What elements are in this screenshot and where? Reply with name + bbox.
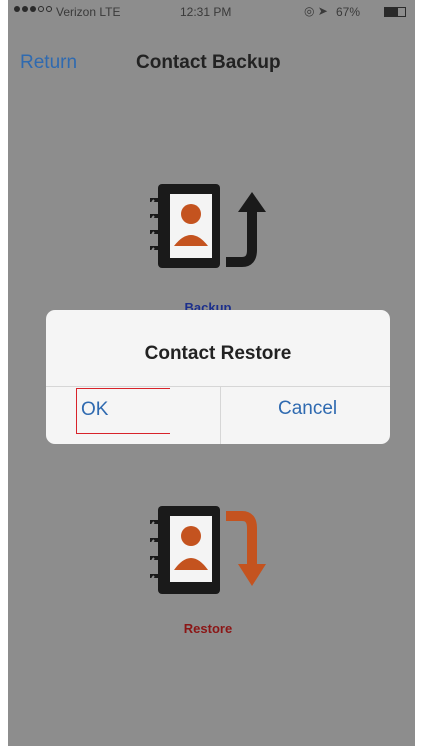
contact-book-arrow-down-icon[interactable] <box>148 500 268 602</box>
carrier-name: Verizon LTE <box>56 5 121 19</box>
location-icon: ◎ ➤ <box>304 4 328 18</box>
battery-icon <box>384 7 406 17</box>
restore-label[interactable]: Restore <box>158 621 258 636</box>
ok-button-label: OK <box>81 399 109 420</box>
contact-book-arrow-up-icon[interactable] <box>148 180 268 272</box>
return-button[interactable]: Return <box>20 52 77 74</box>
screenshot-border-right <box>415 0 421 746</box>
dialog-divider <box>46 386 390 387</box>
app-screen: Verizon LTE 12:31 PM ◎ ➤ 67% Return Cont… <box>8 0 415 746</box>
screenshot-border-left <box>0 0 8 746</box>
cancel-button[interactable]: Cancel <box>278 398 337 420</box>
dialog-title: Contact Restore <box>144 343 292 364</box>
status-bar: Verizon LTE 12:31 PM ◎ ➤ 67% <box>8 0 415 24</box>
battery-percentage: 67% <box>336 5 361 19</box>
status-time: 12:31 PM <box>180 5 232 19</box>
signal-strength-icon <box>14 6 52 12</box>
dialog-button-divider <box>220 387 221 444</box>
page-title: Contact Backup <box>136 52 281 73</box>
ok-button[interactable]: OK <box>76 388 170 434</box>
